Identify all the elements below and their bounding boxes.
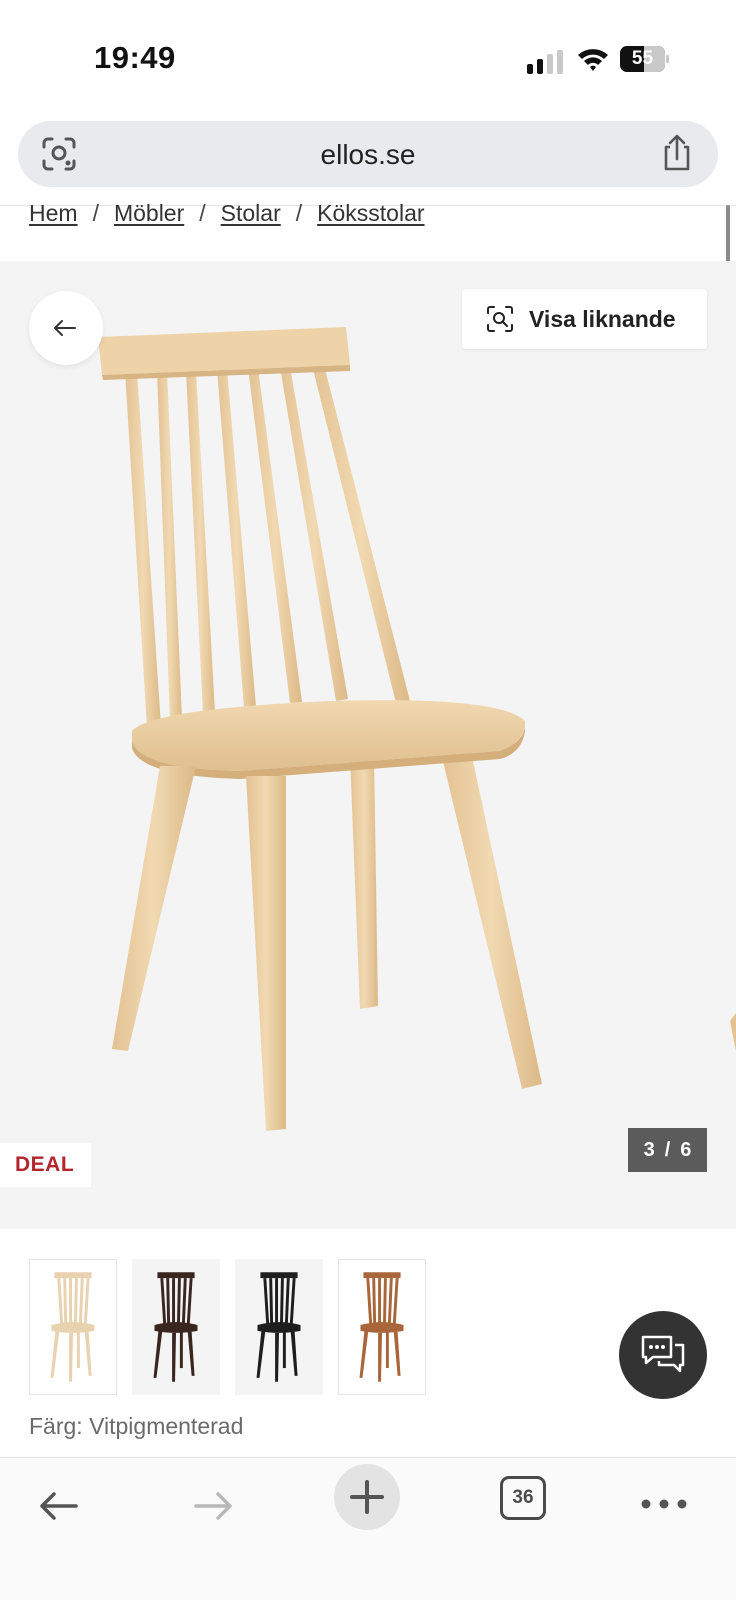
thumbnail-teak[interactable] xyxy=(338,1259,426,1395)
battery-icon: 55 xyxy=(620,46,670,72)
cellular-signal-icon xyxy=(527,50,563,74)
thumbnail-whitewash[interactable] xyxy=(29,1259,117,1395)
color-info: Färg: Vitpigmenterad xyxy=(29,1413,244,1439)
counter-separator: / xyxy=(664,1138,671,1161)
share-icon[interactable] xyxy=(658,133,696,173)
more-dots-icon[interactable] xyxy=(640,1480,688,1528)
breadcrumb: Hem / Möbler / Stolar / Köksstolar xyxy=(29,200,425,227)
thumbnail-chair-image xyxy=(153,1272,198,1382)
counter-total: 6 xyxy=(680,1138,692,1161)
breadcrumb-separator: / xyxy=(199,200,206,226)
product-image-chair xyxy=(98,327,736,1131)
thumbnail-black[interactable] xyxy=(235,1259,323,1395)
show-similar-button[interactable]: Visa liknande xyxy=(462,289,707,349)
url-text[interactable]: ellos.se xyxy=(18,139,718,171)
status-time: 19:49 xyxy=(94,40,176,75)
status-bar: 19:49 55 xyxy=(0,0,736,118)
breadcrumb-chairs[interactable]: Stolar xyxy=(221,200,281,227)
thumbnail-chair-image xyxy=(359,1272,404,1382)
thumbnail-brown[interactable] xyxy=(132,1259,220,1395)
counter-current: 3 xyxy=(643,1138,655,1161)
address-bar[interactable]: ellos.se xyxy=(18,121,718,187)
deal-label: DEAL xyxy=(15,1153,75,1176)
thumbnail-chair-image xyxy=(50,1272,95,1382)
image-counter: 3 / 6 xyxy=(628,1128,707,1172)
breadcrumb-furniture[interactable]: Möbler xyxy=(114,200,184,227)
arrow-right-icon[interactable] xyxy=(190,1482,238,1530)
breadcrumb-separator: / xyxy=(295,200,303,226)
breadcrumb-separator: / xyxy=(92,200,99,226)
new-tab-button[interactable] xyxy=(334,1464,400,1530)
chat-bubbles-icon xyxy=(641,1335,685,1373)
product-gallery[interactable]: Visa liknande DEAL 3 / 6 xyxy=(0,261,736,1229)
tabs-button[interactable]: 36 xyxy=(500,1476,546,1520)
battery-level: 55 xyxy=(631,48,654,69)
thumbnail-chair-image xyxy=(256,1272,301,1382)
plus-icon xyxy=(350,1480,384,1514)
arrow-left-icon[interactable] xyxy=(34,1482,82,1530)
gallery-back-button[interactable] xyxy=(29,291,103,365)
browser-toolbar: 36 xyxy=(0,1457,736,1600)
wifi-icon xyxy=(578,49,608,71)
visual-search-icon xyxy=(487,306,513,332)
color-thumbnails xyxy=(29,1259,426,1395)
show-similar-label: Visa liknande xyxy=(529,306,676,332)
breadcrumb-kitchen-chairs[interactable]: Köksstolar xyxy=(317,200,424,227)
chat-button[interactable] xyxy=(619,1311,707,1399)
breadcrumb-home[interactable]: Hem xyxy=(29,200,78,227)
deal-badge: DEAL xyxy=(0,1143,91,1187)
arrow-left-icon xyxy=(54,320,76,336)
tab-count: 36 xyxy=(512,1487,534,1508)
